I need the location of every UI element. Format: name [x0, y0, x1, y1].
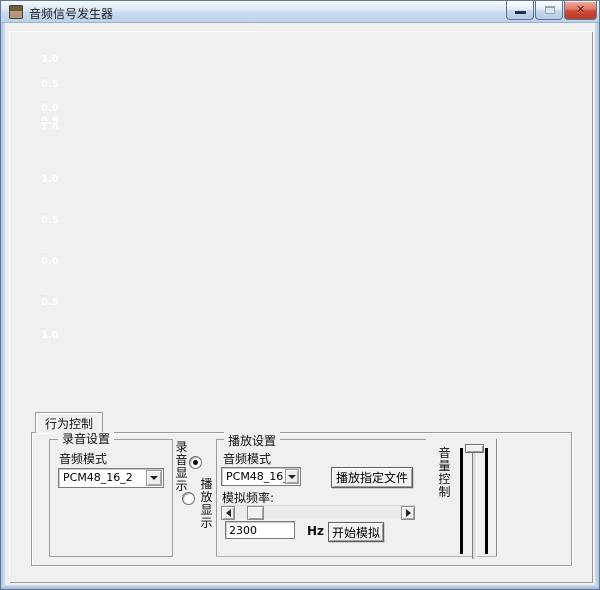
- playback-group-title: 播放设置: [224, 432, 281, 449]
- titlebar: 音频信号发生器 ✕: [1, 1, 599, 23]
- y-axis-label: 1.0: [41, 123, 59, 130]
- hz-unit-label: Hz: [307, 524, 325, 538]
- y-axis-tick: [40, 114, 46, 115]
- minimize-button[interactable]: [506, 1, 534, 20]
- tab-behavior-control[interactable]: 行为控制: [35, 412, 103, 433]
- y-axis-label: 0.5: [41, 297, 59, 308]
- play-display-label: 播放显示: [200, 477, 213, 530]
- record-display-label: 录音显示: [175, 440, 188, 493]
- y-axis-tick: [40, 77, 46, 78]
- close-button[interactable]: ✕: [564, 1, 597, 20]
- playback-audio-mode-label: 音频模式: [223, 452, 272, 466]
- frequency-input[interactable]: [225, 521, 295, 539]
- y-axis-tick: [40, 213, 46, 214]
- scroll-left-button[interactable]: [221, 506, 235, 520]
- recording-audio-mode-value: PCM48_16_2: [63, 471, 133, 484]
- y-axis-label: 0.5: [41, 215, 59, 226]
- scroll-right-button[interactable]: [401, 506, 415, 520]
- play-specified-file-button[interactable]: 播放指定文件: [331, 467, 413, 488]
- chevron-down-icon: [288, 474, 296, 479]
- y-axis-label: 1.0: [41, 54, 59, 65]
- maximize-icon: [545, 6, 555, 14]
- record-display-radio[interactable]: [189, 456, 202, 469]
- playback-group-border-bottom: [216, 556, 497, 557]
- play-display-radio[interactable]: [182, 492, 195, 505]
- play-specified-file-label: 播放指定文件: [335, 471, 408, 485]
- volume-slider-track: [472, 445, 477, 559]
- recording-combo-dropdown-button[interactable]: [146, 470, 162, 486]
- chevron-down-icon: [150, 476, 158, 480]
- close-icon: ✕: [575, 3, 586, 16]
- volume-bar-right: [485, 448, 488, 554]
- app-icon: [9, 5, 23, 19]
- app-window: 音频信号发生器 ✕ 1.0 0.5 0.0 0.5 1.0 1.0 0.5 0.…: [0, 0, 600, 590]
- playback-group-border-left: [216, 439, 217, 557]
- y-axis-tick: [40, 328, 46, 329]
- y-axis-label: 1.0: [41, 174, 59, 185]
- y-axis-tick: [40, 172, 46, 173]
- volume-bar-left: [460, 448, 463, 554]
- start-simulation-label: 开始模拟: [331, 525, 380, 540]
- playback-group-border-right: [496, 439, 497, 557]
- maximize-button[interactable]: [535, 1, 563, 20]
- playback-audio-mode-combo[interactable]: PCM48_16_2: [221, 467, 301, 486]
- y-axis-label: 0.0: [41, 256, 59, 267]
- y-axis-tick: [40, 254, 46, 255]
- minimize-icon: [515, 11, 526, 14]
- playback-combo-dropdown-button[interactable]: [285, 469, 299, 484]
- y-axis-label: 1.0: [41, 330, 59, 340]
- window-title: 音频信号发生器: [29, 7, 114, 21]
- frequency-scrollbar[interactable]: [221, 505, 415, 520]
- y-axis-tick: [40, 295, 46, 296]
- recording-audio-mode-label: 音频模式: [59, 452, 108, 466]
- window-frame-left: [1, 23, 5, 589]
- volume-slider-thumb[interactable]: [465, 444, 484, 453]
- arrow-left-icon: [225, 509, 231, 517]
- start-simulation-button[interactable]: 开始模拟: [328, 522, 384, 542]
- arrow-right-icon: [405, 509, 411, 517]
- window-frame-bottom: [1, 585, 599, 589]
- volume-control-label: 音量控制: [438, 446, 451, 499]
- frequency-scrollbar-thumb[interactable]: [247, 506, 264, 520]
- y-axis-tick: [40, 101, 46, 102]
- y-axis-tick: [40, 121, 46, 122]
- y-axis-label: 0.5: [41, 79, 59, 90]
- recording-audio-mode-combo[interactable]: PCM48_16_2: [58, 468, 164, 488]
- sim-frequency-label: 模拟频率:: [222, 491, 275, 505]
- tab-label: 行为控制: [44, 416, 93, 431]
- recording-group-title: 录音设置: [58, 432, 115, 446]
- y-axis-label: 0.0: [41, 103, 59, 114]
- window-frame-right: [595, 23, 599, 589]
